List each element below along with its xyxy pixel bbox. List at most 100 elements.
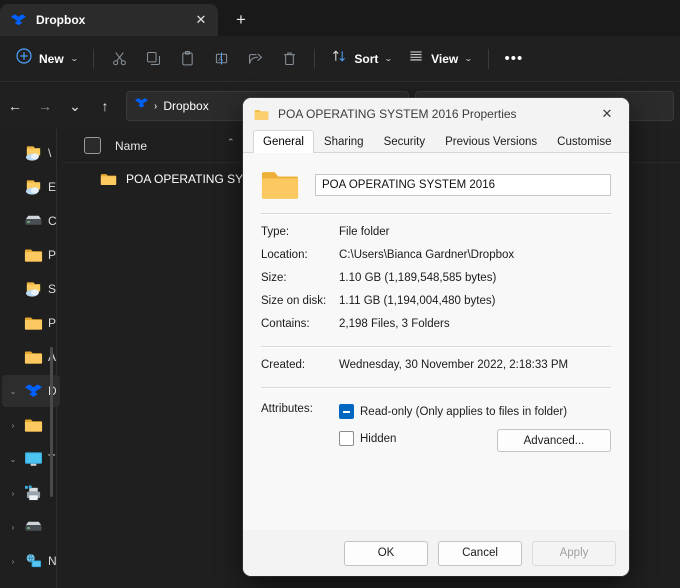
tab-customise[interactable]: Customise (547, 130, 621, 153)
chevron-right-icon[interactable]: › (6, 523, 20, 532)
hidden-checkbox-row[interactable]: Hidden Advanced... (339, 429, 611, 448)
select-all-checkbox[interactable] (84, 137, 101, 154)
property-label: Contains: (261, 318, 339, 330)
svg-text:A: A (218, 56, 223, 63)
recent-locations-icon[interactable]: ⌄ (60, 91, 90, 121)
property-value: 1.11 GB (1,194,004,480 bytes) (339, 295, 611, 307)
sort-label: Sort (354, 52, 378, 66)
tab-label: Dropbox (36, 13, 190, 27)
cancel-button[interactable]: Cancel (438, 541, 522, 566)
network-printer-icon (23, 483, 43, 503)
sidebar-item-n0[interactable]: \ (2, 137, 60, 169)
dropbox-icon (23, 381, 43, 401)
sidebar-item-s[interactable]: S (2, 273, 60, 305)
breadcrumb-separator: › (154, 101, 157, 112)
ok-button[interactable]: OK (344, 541, 428, 566)
new-tab-button[interactable]: + (224, 4, 258, 36)
close-icon[interactable]: ✕ (190, 9, 212, 31)
folder-icon (261, 169, 299, 201)
hidden-checkbox[interactable] (339, 431, 354, 446)
property-label: Size: (261, 272, 339, 284)
chevron-right-icon[interactable]: › (6, 489, 20, 498)
tab-sharing[interactable]: Sharing (314, 130, 374, 153)
sort-icon (331, 48, 347, 69)
share-icon[interactable] (238, 44, 272, 74)
sidebar-item-n[interactable]: ›N (2, 545, 60, 577)
sidebar-scrollbar[interactable] (50, 347, 53, 497)
back-icon[interactable]: ← (0, 91, 30, 121)
tab-security[interactable]: Security (374, 130, 436, 153)
forward-icon[interactable]: → (30, 91, 60, 121)
dialog-tab-bar: GeneralSharingSecurityPrevious VersionsC… (243, 130, 629, 153)
property-label: Location: (261, 249, 339, 261)
sidebar-item-c[interactable]: C (2, 205, 60, 237)
property-label: Type: (261, 226, 339, 238)
property-value: 1.10 GB (1,189,548,585 bytes) (339, 272, 611, 284)
sort-ascending-icon: ⌃ (227, 137, 235, 148)
folder-icon (100, 169, 117, 189)
divider (261, 346, 611, 348)
up-icon[interactable]: ↑ (90, 91, 120, 121)
folder-icon (23, 245, 43, 265)
property-row: Location:C:\Users\Bianca Gardner\Dropbox (261, 249, 611, 261)
sidebar-item-e[interactable]: E (2, 171, 60, 203)
hidden-label: Hidden (360, 433, 396, 445)
created-value: Wednesday, 30 November 2022, 2:18:33 PM (339, 359, 611, 371)
sidebar-item-label: S (48, 282, 56, 296)
property-row: Type:File folder (261, 226, 611, 238)
property-label: Size on disk: (261, 295, 339, 307)
chevron-down-icon: ⌄ (70, 54, 79, 63)
advanced-button[interactable]: Advanced... (497, 429, 611, 452)
divider (261, 213, 611, 215)
divider (314, 49, 315, 69)
folder-icon (23, 313, 43, 333)
folder-icon (253, 106, 269, 122)
new-button[interactable]: New ⌄ (8, 44, 85, 74)
property-value: File folder (339, 226, 611, 238)
chevron-right-icon[interactable]: › (6, 557, 20, 566)
sidebar-item-n11[interactable]: › (2, 511, 60, 543)
paste-icon[interactable] (170, 44, 204, 74)
plus-circle-icon (16, 48, 32, 69)
tab-dropbox[interactable]: Dropbox ✕ (0, 4, 218, 36)
sidebar-item-p[interactable]: P (2, 307, 60, 339)
property-value: 2,198 Files, 3 Folders (339, 318, 611, 330)
chevron-right-icon[interactable]: › (6, 421, 20, 430)
chevron-down-icon[interactable]: ⌄ (6, 387, 20, 396)
network-icon (23, 551, 43, 571)
folder-name-field[interactable]: POA OPERATING SYSTEM 2016 (315, 174, 611, 196)
tab-previous-versions[interactable]: Previous Versions (435, 130, 547, 153)
chevron-down-icon: ⌄ (384, 54, 393, 63)
column-header-name[interactable]: Name (115, 139, 147, 153)
view-button[interactable]: View ⌄ (400, 44, 480, 74)
divider (488, 49, 489, 69)
dialog-title-bar[interactable]: POA OPERATING SYSTEM 2016 Properties ✕ (243, 98, 629, 130)
see-more-button[interactable]: ••• (497, 44, 531, 74)
monitor-icon (23, 449, 43, 469)
drive-icon (23, 517, 43, 537)
delete-icon[interactable] (272, 44, 306, 74)
readonly-checkbox-row[interactable]: Read-only (Only applies to files in fold… (339, 402, 611, 421)
dropbox-icon (10, 12, 26, 28)
dialog-title: POA OPERATING SYSTEM 2016 Properties (278, 107, 585, 121)
chevron-down-icon[interactable]: ⌄ (6, 455, 20, 464)
property-row: Contains:2,198 Files, 3 Folders (261, 318, 611, 330)
copy-icon[interactable] (136, 44, 170, 74)
property-row: Size on disk:1.11 GB (1,194,004,480 byte… (261, 295, 611, 307)
readonly-checkbox[interactable] (339, 404, 354, 419)
breadcrumb[interactable]: Dropbox (163, 99, 208, 113)
property-value: C:\Users\Bianca Gardner\Dropbox (339, 249, 611, 261)
sort-button[interactable]: Sort ⌄ (323, 44, 400, 74)
close-icon[interactable]: ✕ (585, 98, 629, 130)
created-row: Created: Wednesday, 30 November 2022, 2:… (261, 359, 611, 371)
cut-icon[interactable] (102, 44, 136, 74)
sidebar-item-label: \ (48, 146, 51, 160)
tab-general[interactable]: General (253, 130, 314, 153)
onedrive-folder-icon (23, 143, 43, 163)
command-bar: New ⌄ A (0, 36, 680, 82)
sidebar-item-p[interactable]: P (2, 239, 60, 271)
properties-dialog: POA OPERATING SYSTEM 2016 Properties ✕ G… (243, 98, 629, 576)
general-tab-panel: POA OPERATING SYSTEM 2016 Type:File fold… (243, 153, 629, 553)
divider (93, 49, 94, 69)
rename-icon[interactable]: A (204, 44, 238, 74)
